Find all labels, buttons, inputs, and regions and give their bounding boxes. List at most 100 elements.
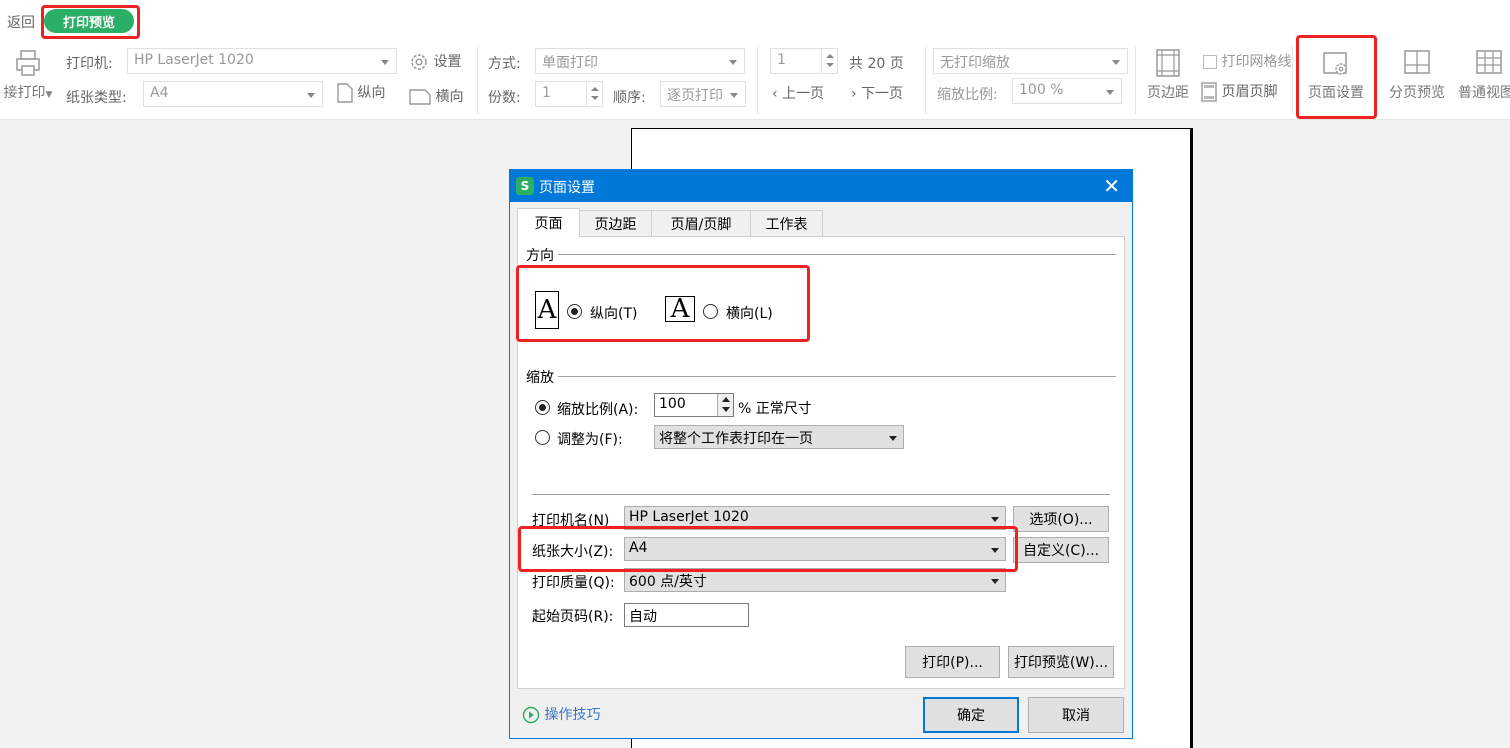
section-divider [558, 376, 1116, 377]
header-footer-label: 页眉页脚 [1221, 84, 1278, 100]
tab-sheet[interactable]: 工作表 [750, 210, 823, 237]
print-preview-button[interactable]: 打印预览(W)... [1008, 646, 1114, 678]
tab-header-footer[interactable]: 页眉/页脚 [651, 210, 751, 237]
scaling-section-title: 缩放 [526, 367, 558, 387]
fit-to-label: 调整为(F): [557, 432, 623, 448]
printer-icon [16, 50, 40, 76]
header-footer-button[interactable]: 页眉页脚 [1201, 81, 1277, 102]
scale-ratio-spinner[interactable] [717, 394, 733, 416]
page-number-value: 1 [777, 52, 786, 68]
normal-view-label: 普通视图 [1458, 85, 1510, 101]
print-preview-toolbar: 返回 打印预览 接打印▼ 打印机: HP LaserJet 1020 设置 纸张… [0, 0, 1510, 120]
copies-stepper[interactable]: 1 [535, 81, 603, 107]
page-break-icon [1404, 50, 1430, 74]
print-quality-value: 600 点/英寸 [629, 574, 707, 590]
margins-icon [1156, 49, 1180, 77]
normal-view-button[interactable]: 普通视图 [1456, 48, 1510, 102]
start-page-input[interactable]: 自动 [624, 603, 749, 627]
page-break-preview-label: 分页预览 [1389, 85, 1445, 101]
header-footer-icon [1201, 82, 1217, 102]
tab-margins[interactable]: 页边距 [579, 210, 652, 237]
tips-link[interactable]: 操作技巧 [522, 704, 600, 724]
print-quality-label: 打印质量(Q): [532, 575, 615, 591]
options-button[interactable]: 选项(O)... [1013, 506, 1109, 532]
custom-paper-button[interactable]: 自定义(C)... [1013, 537, 1109, 563]
print-button[interactable]: 打印(P)... [905, 646, 1000, 678]
landscape-page-icon [409, 89, 431, 105]
printer-select-value: HP LaserJet 1020 [134, 52, 254, 68]
back-link[interactable]: 返回 [7, 12, 35, 32]
close-icon[interactable]: ✕ [1103, 174, 1120, 198]
next-page-label: 下一页 [861, 86, 904, 102]
page-number-stepper[interactable]: 1 [770, 48, 838, 74]
page-total: 共 20 页 [849, 56, 904, 72]
section-divider [532, 494, 1110, 495]
cancel-button[interactable]: 取消 [1028, 697, 1124, 733]
chevron-right-icon: › [851, 86, 857, 102]
portrait-button[interactable]: 纵向 [337, 82, 385, 103]
scale-unit-label: % 正常尺寸 [738, 401, 812, 417]
next-page-button[interactable]: › 下一页 [851, 83, 903, 103]
scale-ratio-select[interactable]: 100 % [1012, 78, 1122, 104]
grid-view-icon [1476, 50, 1502, 74]
orientation-section-title: 方向 [526, 245, 558, 265]
paper-type-value: A4 [150, 85, 169, 101]
landscape-button[interactable]: 横向 [409, 86, 463, 106]
mode-label: 方式: [488, 56, 521, 72]
fit-to-value: 将整个工作表打印在一页 [659, 431, 813, 447]
start-page-value: 自动 [629, 609, 657, 625]
print-order-value: 逐页打印 [667, 88, 723, 104]
printer-label: 打印机: [66, 56, 113, 72]
dialog-title: 页面设置 [539, 180, 595, 196]
page-break-preview-button[interactable]: 分页预览 [1384, 48, 1450, 102]
toolbar-separator [1135, 46, 1136, 114]
margins-button[interactable]: 页边距 [1140, 48, 1196, 102]
prev-page-button[interactable]: ‹ 上一页 [772, 83, 824, 103]
direct-print-label: 接打印 [3, 85, 46, 101]
highlight-box-preview [41, 5, 140, 39]
direct-print-button[interactable]: 接打印▼ [2, 48, 54, 102]
copies-value: 1 [542, 85, 551, 101]
landscape-label: 横向 [435, 89, 464, 105]
portrait-page-icon [337, 83, 353, 103]
scale-ratio-label: 缩放比例(A): [557, 402, 639, 418]
print-gridlines-checkbox[interactable]: 打印网格线 [1203, 51, 1291, 71]
scale-ratio-radio[interactable] [535, 400, 550, 415]
fit-to-radio[interactable] [535, 430, 550, 445]
tab-page[interactable]: 页面 [517, 208, 580, 237]
print-gridlines-label: 打印网格线 [1221, 54, 1292, 70]
paper-type-select[interactable]: A4 [143, 81, 323, 107]
margins-label: 页边距 [1147, 85, 1189, 101]
chevron-left-icon: ‹ [772, 86, 778, 102]
scale-ratio-input-value: 100 [659, 396, 686, 412]
gear-icon [411, 54, 427, 70]
printer-select[interactable]: HP LaserJet 1020 [127, 48, 397, 74]
print-mode-value: 单面打印 [542, 55, 598, 71]
print-mode-select[interactable]: 单面打印 [535, 48, 745, 74]
copies-label: 份数: [488, 90, 521, 106]
settings-button[interactable]: 设置 [409, 51, 461, 72]
scale-ratio-label: 缩放比例: [937, 87, 998, 103]
wps-spreadsheet-logo-icon: S [516, 177, 534, 195]
fit-to-select[interactable]: 将整个工作表打印在一页 [654, 425, 904, 449]
tips-link-label: 操作技巧 [544, 707, 601, 723]
scale-ratio-input[interactable]: 100 [654, 393, 734, 417]
highlight-box-paper-size [518, 526, 1018, 572]
portrait-label: 纵向 [357, 85, 386, 101]
dialog-title-bar[interactable]: S 页面设置 ✕ [510, 170, 1132, 202]
toolbar-separator [757, 46, 758, 114]
start-page-label: 起始页码(R): [532, 609, 614, 625]
toolbar-separator [1292, 46, 1293, 114]
scale-ratio-value: 100 % [1019, 82, 1064, 98]
toolbar-separator [925, 46, 926, 114]
ok-button[interactable]: 确定 [923, 697, 1019, 733]
printer-name-value: HP LaserJet 1020 [629, 509, 749, 525]
print-scaling-select[interactable]: 无打印缩放 [933, 48, 1128, 74]
highlight-box-page-setup [1296, 35, 1377, 119]
print-order-select[interactable]: 逐页打印 [660, 81, 746, 107]
checkbox-box [1203, 55, 1217, 69]
toolbar-separator [477, 46, 478, 114]
highlight-box-orientation [516, 265, 810, 342]
order-label: 顺序: [613, 90, 646, 106]
print-scaling-value: 无打印缩放 [940, 55, 1010, 71]
